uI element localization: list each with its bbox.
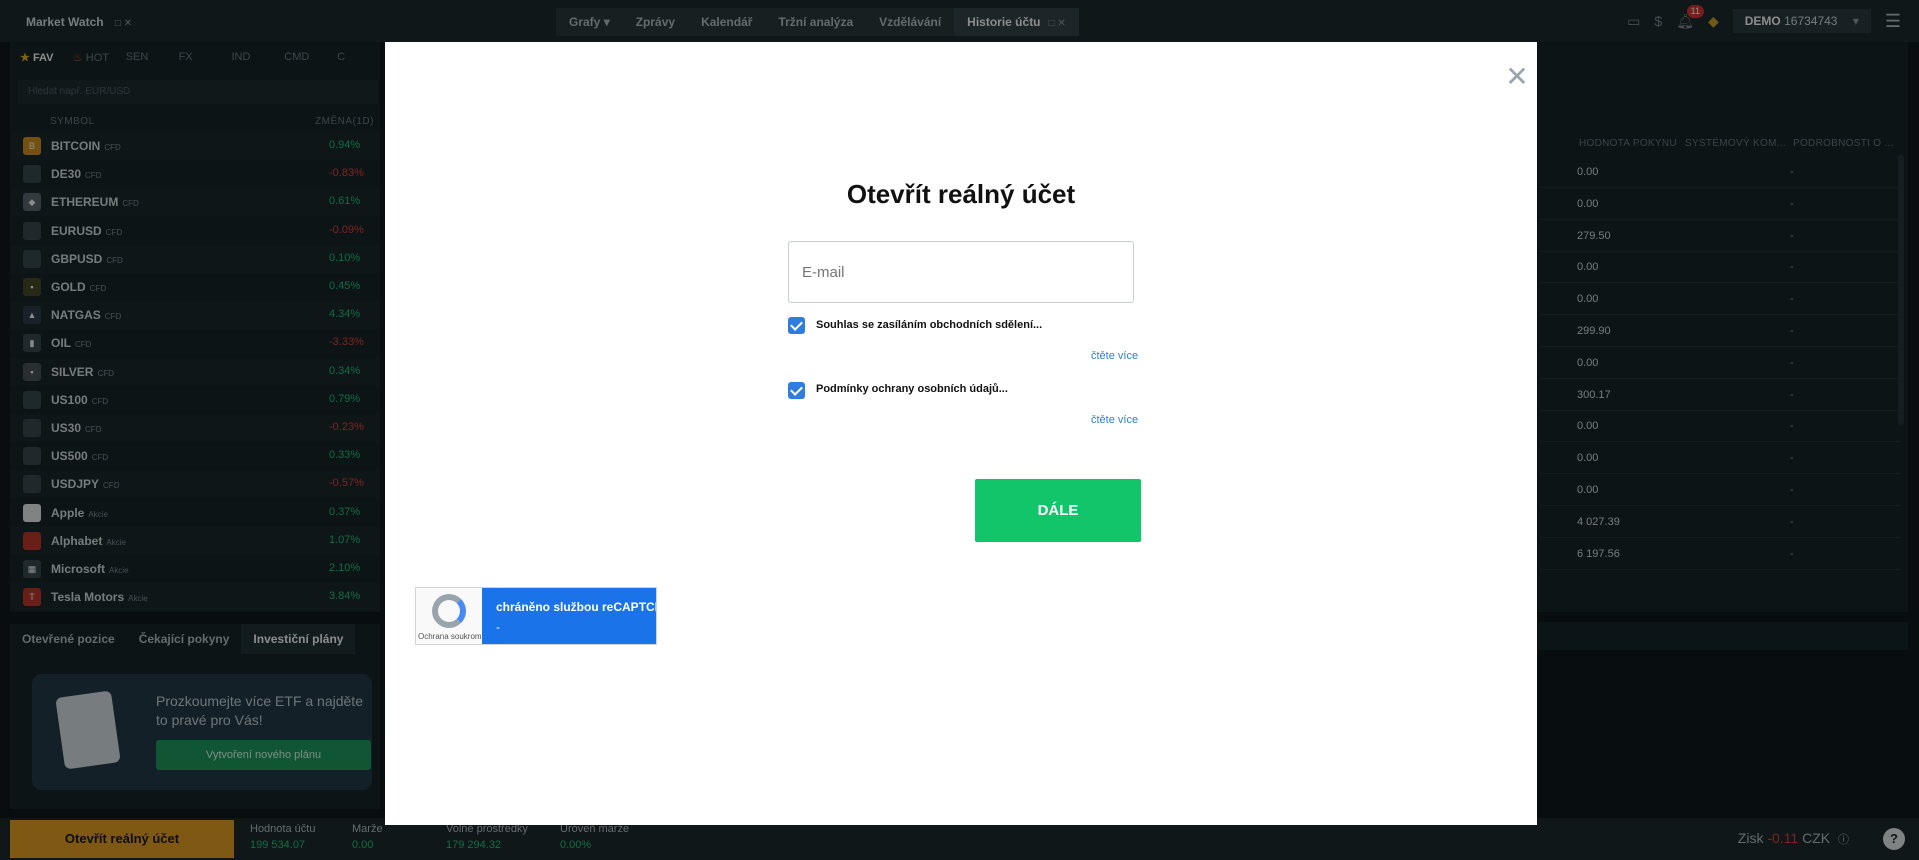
- recaptcha-privacy-link[interactable]: Ochrana soukromí: [418, 632, 484, 641]
- consent-privacy-label: Podmínky ochrany osobních údajů...: [816, 383, 1008, 395]
- recaptcha-text: chráněno službou reCAPTCHA: [496, 600, 656, 614]
- read-more-privacy-link[interactable]: čtěte více: [1091, 414, 1138, 426]
- consent-marketing-label: Souhlas se zasíláním obchodních sdělení.…: [816, 319, 1043, 331]
- recaptcha-dash: -: [496, 620, 500, 634]
- modal-title: Otevřít reálný účet: [846, 179, 1076, 209]
- close-icon[interactable]: ✕: [1502, 62, 1532, 92]
- email-field[interactable]: [788, 241, 1134, 303]
- read-more-marketing-link[interactable]: čtěte více: [1091, 350, 1138, 362]
- open-real-account-modal: ✕ Otevřít reálný účet Souhlas se zasílán…: [385, 42, 1537, 825]
- recaptcha-badge[interactable]: Ochrana soukromí chráněno službou reCAPT…: [415, 587, 657, 645]
- recaptcha-logo: Ochrana soukromí: [416, 588, 484, 644]
- next-button[interactable]: DÁLE: [975, 479, 1141, 542]
- consent-marketing-checkbox[interactable]: [788, 317, 805, 334]
- consent-privacy-checkbox[interactable]: [788, 382, 805, 399]
- recaptcha-icon: [432, 594, 466, 628]
- recaptcha-info: chráněno službou reCAPTCHA -: [482, 588, 656, 644]
